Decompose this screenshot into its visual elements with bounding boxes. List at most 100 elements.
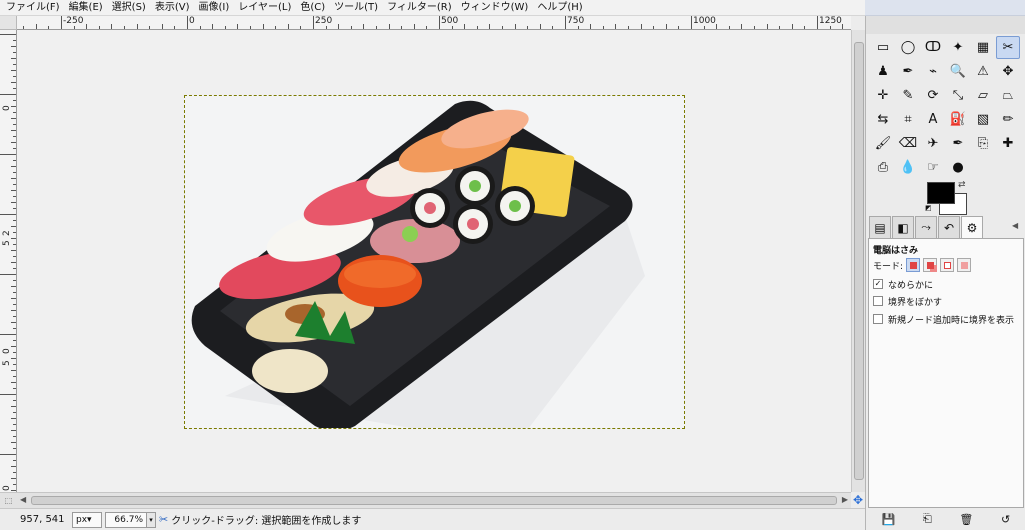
- horizontal-scroll-thumb[interactable]: [31, 496, 837, 505]
- scissors-select-icon[interactable]: ✂: [996, 36, 1020, 59]
- menu-item[interactable]: 画像(I): [196, 0, 236, 16]
- menu-item[interactable]: 色(C): [297, 0, 331, 16]
- antialias-option[interactable]: ✓ なめらかに: [873, 277, 933, 291]
- mode-intersect-button[interactable]: [957, 258, 972, 272]
- pointer-coordinates: 957, 541: [20, 514, 65, 525]
- zoom-input[interactable]: 66.7%: [105, 511, 147, 528]
- vertical-ruler[interactable]: 0 2 5 0 5 0: [0, 30, 17, 492]
- foreground-color-swatch[interactable]: [927, 182, 955, 204]
- ruler-tick: [199, 26, 201, 29]
- antialias-checkbox[interactable]: ✓: [873, 279, 883, 289]
- ruler-tick: [703, 26, 705, 29]
- foreground-select-icon[interactable]: ♟: [871, 60, 895, 83]
- scale-icon[interactable]: ⤡: [946, 84, 970, 107]
- mode-add-button[interactable]: [923, 258, 938, 272]
- rect-select-icon[interactable]: ▭: [871, 36, 895, 59]
- crop-icon[interactable]: ✎: [896, 84, 920, 107]
- canvas-area[interactable]: [17, 30, 851, 492]
- ruler-tick: [439, 16, 440, 29]
- ruler-tick: [13, 328, 16, 329]
- scroll-left-arrow-icon[interactable]: ◀: [20, 495, 26, 504]
- default-colors-icon[interactable]: ◩: [925, 204, 933, 212]
- ruler-corner[interactable]: [0, 16, 17, 30]
- vertical-scroll-thumb[interactable]: [854, 42, 864, 480]
- free-select-icon[interactable]: ↀ: [921, 36, 945, 59]
- scroll-right-arrow-icon[interactable]: ▶: [842, 495, 848, 504]
- blend-icon[interactable]: ▧: [971, 108, 995, 131]
- tab-undo-icon[interactable]: ↶: [938, 216, 960, 238]
- horizontal-ruler[interactable]: -250 0 250 500 750 1000 1250: [17, 16, 851, 30]
- rotate-icon[interactable]: ⟳: [921, 84, 945, 107]
- navigate-icon[interactable]: ✥: [851, 492, 865, 508]
- interactive-boundary-checkbox[interactable]: [873, 314, 883, 324]
- ruler-label: 1250: [819, 16, 842, 26]
- reset-options-icon[interactable]: ↺: [1001, 513, 1010, 526]
- ruler-tick: [13, 172, 16, 173]
- bucket-fill-icon[interactable]: ⛽: [946, 108, 970, 131]
- interactive-boundary-option[interactable]: 新規ノード追加時に境界を表示: [873, 312, 1014, 326]
- pencil-icon[interactable]: ✏: [996, 108, 1020, 131]
- image-boundary[interactable]: [184, 95, 685, 429]
- eraser-icon[interactable]: ⌫: [896, 132, 920, 155]
- airbrush-icon[interactable]: ✈: [921, 132, 945, 155]
- menu-item[interactable]: 表示(V): [152, 0, 196, 16]
- perspective-clone-icon[interactable]: ⎙: [871, 156, 895, 179]
- dodge-burn-icon[interactable]: ●: [946, 156, 970, 179]
- tab-layers-icon[interactable]: ▤: [869, 216, 891, 238]
- text-icon[interactable]: A: [921, 108, 945, 131]
- ruler-tick: [11, 346, 16, 347]
- tab-tool-options-icon[interactable]: ⚙: [961, 216, 983, 239]
- mode-replace-button[interactable]: [906, 258, 921, 272]
- color-select-icon[interactable]: ▦: [971, 36, 995, 59]
- menu-item[interactable]: ヘルプ(H): [534, 0, 588, 16]
- perspective-icon[interactable]: ⏢: [996, 84, 1020, 107]
- tab-paths-icon[interactable]: ⤳: [915, 216, 937, 238]
- blur-icon[interactable]: 💧: [896, 156, 920, 179]
- color-picker-icon[interactable]: ⌁: [921, 60, 945, 83]
- paintbrush-icon[interactable]: 🖌: [871, 132, 895, 155]
- fuzzy-select-icon[interactable]: ✦: [946, 36, 970, 59]
- save-options-icon[interactable]: 💾: [882, 513, 896, 526]
- ruler-tick: [13, 88, 16, 89]
- shear-icon[interactable]: ▱: [971, 84, 995, 107]
- unit-value: px: [76, 514, 88, 525]
- mode-subtract-button[interactable]: [940, 258, 955, 272]
- tab-channels-icon[interactable]: ◧: [892, 216, 914, 238]
- ruler-tick: [11, 82, 16, 83]
- menu-item[interactable]: 選択(S): [109, 0, 152, 16]
- swap-colors-icon[interactable]: ⇄: [958, 180, 966, 190]
- menu-item[interactable]: 編集(E): [66, 0, 109, 16]
- smudge-icon[interactable]: ☞: [921, 156, 945, 179]
- antialias-label: なめらかに: [888, 280, 934, 291]
- menu-item[interactable]: ファイル(F): [3, 0, 66, 16]
- paths-icon[interactable]: ✒: [896, 60, 920, 83]
- ink-icon[interactable]: ✒: [946, 132, 970, 155]
- cage-icon[interactable]: ⌗: [896, 108, 920, 131]
- ellipse-select-icon[interactable]: ◯: [896, 36, 920, 59]
- menu-item[interactable]: フィルター(R): [384, 0, 458, 16]
- move-icon[interactable]: ✥: [996, 60, 1020, 83]
- align-icon[interactable]: ✛: [871, 84, 895, 107]
- restore-options-icon[interactable]: ⎗: [923, 512, 932, 526]
- feather-option[interactable]: 境界をぼかす: [873, 294, 942, 308]
- measure-icon[interactable]: ⚠: [971, 60, 995, 83]
- feather-checkbox[interactable]: [873, 296, 883, 306]
- heal-icon[interactable]: ✚: [996, 132, 1020, 155]
- quick-mask-toggle[interactable]: ⬚: [0, 492, 17, 508]
- dock-menu-icon[interactable]: ◀: [1012, 221, 1018, 230]
- zoom-dropdown-button[interactable]: ▾: [146, 511, 156, 528]
- delete-options-icon[interactable]: 🗑: [959, 513, 973, 526]
- flip-icon[interactable]: ⇆: [871, 108, 895, 131]
- vertical-scrollbar[interactable]: [851, 30, 865, 492]
- sushi-photo[interactable]: [185, 96, 684, 428]
- ruler-tick: [11, 46, 16, 47]
- clone-icon[interactable]: ⎘: [971, 132, 995, 155]
- horizontal-scrollbar[interactable]: ◀ ▶: [17, 492, 851, 508]
- menu-item[interactable]: ウィンドウ(W): [458, 0, 535, 16]
- ruler-tick: [174, 26, 176, 29]
- menu-item[interactable]: ツール(T): [331, 0, 384, 16]
- zoom-icon[interactable]: 🔍: [946, 60, 970, 83]
- unit-selector[interactable]: px ▾: [72, 511, 102, 528]
- ruler-tick: [13, 124, 16, 125]
- menu-item[interactable]: レイヤー(L): [235, 0, 297, 16]
